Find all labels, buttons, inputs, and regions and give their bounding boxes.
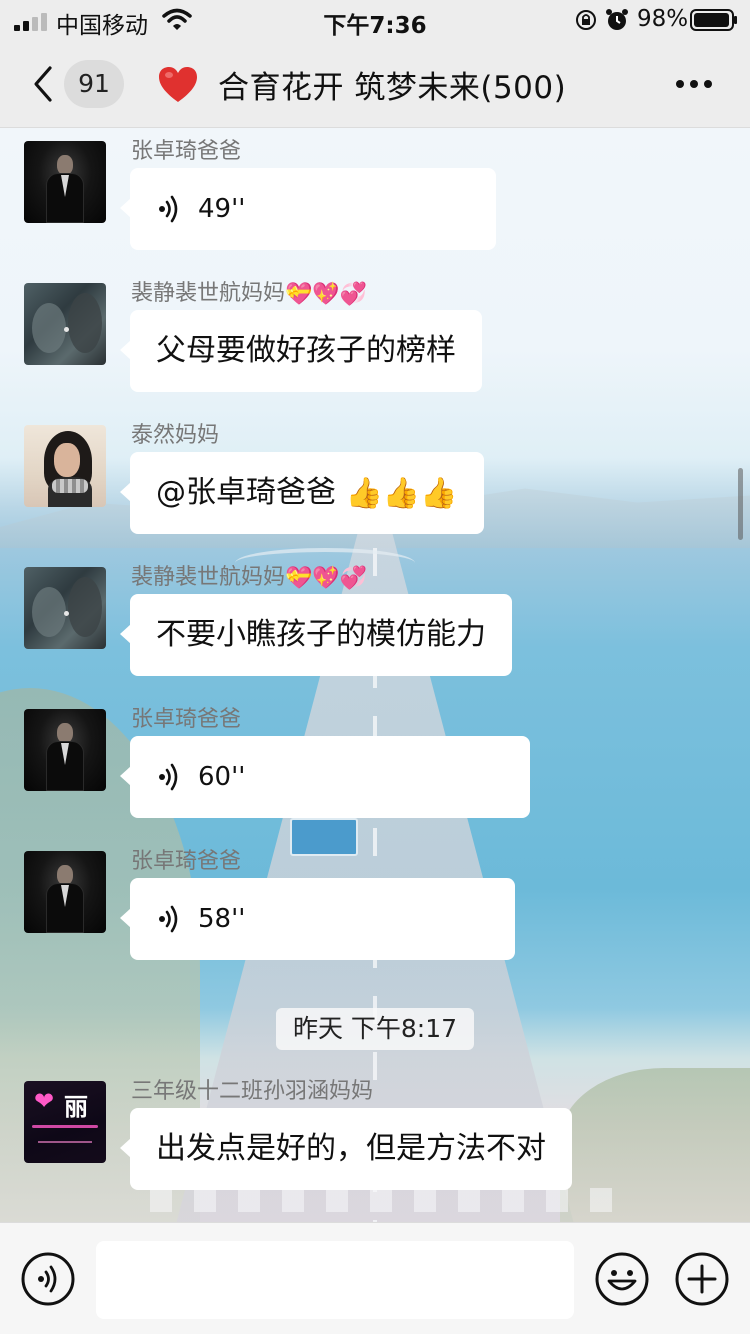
- more-dot-icon: [704, 80, 712, 88]
- sender-name-text: 裴静裴世航妈妈: [131, 565, 286, 590]
- mention-text: @张卓琦爸爸: [156, 475, 346, 510]
- avatar[interactable]: [24, 567, 106, 649]
- message-list[interactable]: 张卓琦爸爸 49'' 裴静裴世航妈妈💝💖💞 父母要做好孩子的榜样 泰然妈妈 @张…: [0, 128, 750, 1222]
- text-message-bubble[interactable]: @张卓琦爸爸 👍👍👍: [120, 452, 484, 534]
- more-dot-icon: [690, 80, 698, 88]
- heart-emoji-icon: 💝💖💞: [285, 281, 368, 307]
- time-divider: 昨天 下午8:17: [276, 1008, 474, 1050]
- sender-name: 裴静裴世航妈妈💝💖💞: [131, 559, 367, 591]
- chat-header: 91 合育花开 筑梦未来(500): [0, 40, 750, 128]
- more-functions-button[interactable]: [674, 1251, 730, 1307]
- avatar[interactable]: [24, 141, 106, 223]
- voice-wave-icon: [159, 763, 178, 791]
- message-input[interactable]: [96, 1241, 574, 1319]
- sender-name: 张卓琦爸爸: [131, 139, 242, 164]
- voice-wave-icon: [159, 905, 178, 933]
- input-bar: [0, 1222, 750, 1334]
- avatar-logo-text: 丽: [64, 1093, 88, 1121]
- back-button[interactable]: [28, 64, 58, 104]
- battery-icon: [690, 9, 737, 31]
- text-message-bubble[interactable]: 出发点是好的，但是方法不对: [120, 1108, 572, 1190]
- avatar[interactable]: [24, 283, 106, 365]
- heart-icon: [159, 67, 197, 102]
- voice-wave-icon: [159, 195, 178, 223]
- alarm-icon: [606, 9, 628, 30]
- thumbs-up-icon: 👍👍👍: [345, 475, 458, 511]
- sender-name: 张卓琦爸爸: [131, 849, 242, 874]
- chat-title: 合育花开 筑梦未来(500): [218, 70, 567, 106]
- unread-count-badge[interactable]: 91: [64, 60, 124, 108]
- emoji-button[interactable]: [594, 1251, 650, 1307]
- text-message-bubble[interactable]: 不要小瞧孩子的模仿能力: [120, 594, 512, 676]
- sender-name: 泰然妈妈: [131, 423, 220, 448]
- text-message-bubble[interactable]: 父母要做好孩子的榜样: [120, 310, 482, 392]
- voice-message-bubble[interactable]: 58'': [120, 878, 515, 960]
- heart-emoji-icon: 💝💖💞: [285, 565, 368, 591]
- avatar[interactable]: [24, 425, 106, 507]
- voice-message-bubble[interactable]: 49'': [120, 168, 496, 250]
- more-dot-icon: [676, 80, 684, 88]
- voice-duration: 49'': [198, 194, 246, 224]
- voice-input-button[interactable]: [20, 1251, 76, 1307]
- voice-duration: 60'': [198, 762, 246, 792]
- sender-name-text: 裴静裴世航妈妈: [131, 281, 286, 306]
- status-bar: 中国移动 下午7:36 98%: [0, 0, 750, 40]
- avatar-heart-icon: ❤: [34, 1087, 55, 1115]
- more-options-button[interactable]: [674, 78, 714, 90]
- rotation-lock-icon: [576, 10, 596, 30]
- scrollbar[interactable]: [738, 468, 743, 540]
- voice-message-bubble[interactable]: 60'': [120, 736, 530, 818]
- sender-name: 三年级十二班孙羽涵妈妈: [131, 1079, 374, 1104]
- voice-duration: 58'': [198, 904, 246, 934]
- avatar[interactable]: [24, 851, 106, 933]
- sender-name: 张卓琦爸爸: [131, 707, 242, 732]
- avatar[interactable]: ❤ 丽: [24, 1081, 106, 1163]
- sender-name: 裴静裴世航妈妈💝💖💞: [131, 275, 367, 307]
- avatar[interactable]: [24, 709, 106, 791]
- battery-percent: 98%: [637, 6, 689, 32]
